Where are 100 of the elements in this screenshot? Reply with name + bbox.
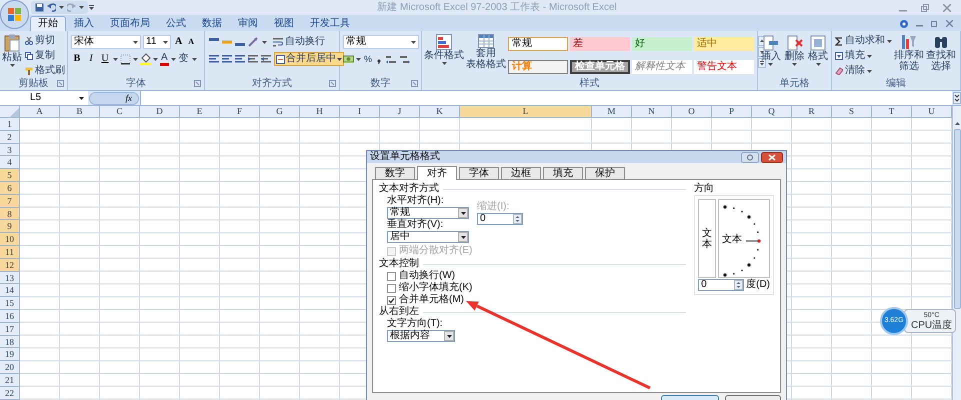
font-name-field[interactable]: 宋体	[71, 35, 141, 49]
wrap-text-button[interactable]: 自动换行	[273, 35, 325, 49]
autosum-button[interactable]: 自动求和	[835, 34, 892, 48]
shrink-font-button[interactable]: A	[186, 35, 196, 49]
align-left-icon[interactable]	[208, 53, 220, 65]
italic-button[interactable]: I	[85, 52, 97, 66]
find-select-button[interactable]: 查找和 选择	[926, 34, 956, 78]
ribbon-tab[interactable]: 数据	[194, 16, 230, 31]
horizontal-align-select[interactable]: 常规	[387, 207, 469, 219]
copy-icon[interactable]	[25, 52, 33, 60]
row-header[interactable]: 19	[0, 348, 20, 362]
column-header[interactable]: C	[100, 106, 140, 118]
ribbon-tab[interactable]: 开始	[30, 16, 66, 31]
degrees-field[interactable]: 0	[698, 279, 744, 291]
dialog-tab[interactable]: 数字	[375, 167, 415, 179]
column-header[interactable]: F	[220, 106, 260, 118]
increase-indent-icon[interactable]	[260, 53, 272, 65]
save-icon[interactable]	[35, 3, 44, 12]
column-header[interactable]: U	[912, 106, 952, 118]
column-header[interactable]: B	[60, 106, 100, 118]
wrap-icon[interactable]	[273, 37, 283, 47]
ribbon-tab[interactable]: 公式	[158, 16, 194, 31]
spinner-icon[interactable]	[513, 214, 522, 224]
checkbox[interactable]	[387, 272, 396, 280]
merge-center-button[interactable]: 合并后居中	[274, 52, 344, 66]
formula-field[interactable]	[140, 91, 952, 105]
percent-button[interactable]: %	[363, 52, 374, 66]
grow-font-button[interactable]: A	[173, 35, 184, 49]
cell-style-swatch[interactable]: 警告文本	[694, 60, 754, 74]
column-header[interactable]: I	[340, 106, 380, 118]
column-header[interactable]: H	[300, 106, 340, 118]
row-header[interactable]: 14	[0, 284, 20, 298]
font-size-field[interactable]: 11	[143, 35, 171, 49]
column-header[interactable]: D	[140, 106, 180, 118]
column-header[interactable]: M	[592, 106, 632, 118]
vertical-align-select[interactable]: 居中	[387, 231, 469, 243]
clear-button[interactable]: 清除	[835, 64, 892, 78]
text-direction-select[interactable]: 根据内容	[387, 330, 455, 342]
align-center-icon[interactable]	[221, 53, 233, 65]
dialog-launcher-icon[interactable]	[329, 80, 336, 87]
row-header[interactable]: 18	[0, 336, 20, 348]
vertical-text-button[interactable]: 文本	[698, 199, 716, 278]
format-cells-button[interactable]: 格式	[807, 35, 830, 78]
row-header[interactable]: 3	[0, 144, 20, 156]
row-header[interactable]: 10	[0, 233, 20, 246]
column-header[interactable]: G	[260, 106, 300, 118]
close-icon[interactable]	[761, 152, 783, 162]
vertical-scrollbar[interactable]	[952, 106, 961, 400]
row-header[interactable]: 2	[0, 130, 20, 144]
spinner-icon[interactable]	[734, 280, 744, 290]
row-header[interactable]: 5	[0, 169, 20, 182]
phonetic-button[interactable]: 变	[178, 52, 190, 66]
ribbon-tab[interactable]: 插入	[66, 16, 102, 31]
conditional-format-button[interactable]: 条件格式	[424, 34, 464, 78]
ribbon-tab[interactable]: 页面布局	[102, 16, 158, 31]
brush-icon[interactable]	[25, 67, 33, 75]
row-header[interactable]: 11	[0, 246, 20, 259]
help-icon[interactable]	[741, 152, 759, 162]
ribbon-tab[interactable]: 视图	[266, 16, 302, 31]
increase-decimal-icon[interactable]	[385, 54, 398, 64]
column-header[interactable]: A	[20, 106, 60, 118]
column-header[interactable]: J	[380, 106, 420, 118]
cell-style-swatch[interactable]: 常规	[508, 37, 568, 51]
row-header[interactable]: 12	[0, 258, 20, 272]
column-header[interactable]: T	[872, 106, 912, 118]
row-header[interactable]: 21	[0, 374, 20, 387]
column-header[interactable]: L	[460, 106, 592, 118]
cell-style-swatch[interactable]: 差	[570, 37, 630, 51]
row-header[interactable]: 17	[0, 322, 20, 336]
bold-button[interactable]: B	[71, 52, 83, 66]
cell-style-swatch[interactable]: 适中	[694, 37, 754, 51]
dialog-tab[interactable]: 对齐	[417, 166, 457, 180]
dialog-launcher-icon[interactable]	[194, 80, 201, 87]
row-header[interactable]: 20	[0, 361, 20, 374]
fill-color-icon[interactable]	[140, 53, 151, 65]
row-header[interactable]: 15	[0, 297, 20, 310]
cell-style-swatch[interactable]: 解释性文本	[632, 60, 692, 74]
expand-formula-icon[interactable]	[953, 92, 961, 104]
scroll-thumb[interactable]	[954, 129, 960, 309]
column-header[interactable]: E	[180, 106, 220, 118]
restore-icon[interactable]	[921, 4, 929, 12]
name-box[interactable]: L5	[0, 91, 88, 105]
dialog-tab[interactable]: 字体	[459, 167, 499, 179]
column-header[interactable]: S	[832, 106, 872, 118]
decrease-decimal-icon[interactable]	[399, 54, 412, 64]
cut-button[interactable]: 剪切	[25, 34, 65, 48]
sort-filter-button[interactable]: 排序和 筛选	[894, 34, 924, 78]
row-header[interactable]: 8	[0, 208, 20, 220]
column-header[interactable]: R	[792, 106, 832, 118]
column-header[interactable]: K	[420, 106, 460, 118]
dialog-launcher-icon[interactable]	[411, 80, 418, 87]
underline-button[interactable]: U	[99, 52, 111, 66]
clipboard-icon[interactable]	[4, 34, 20, 52]
ribbon-tab[interactable]: 开发工具	[302, 16, 358, 31]
ribbon-tab[interactable]: 审阅	[230, 16, 266, 31]
checkbox[interactable]	[387, 296, 396, 304]
row-header[interactable]: 13	[0, 272, 20, 284]
checkbox[interactable]	[387, 284, 396, 292]
scroll-up-icon[interactable]	[954, 120, 960, 127]
fill-button[interactable]: 填充	[835, 49, 892, 63]
